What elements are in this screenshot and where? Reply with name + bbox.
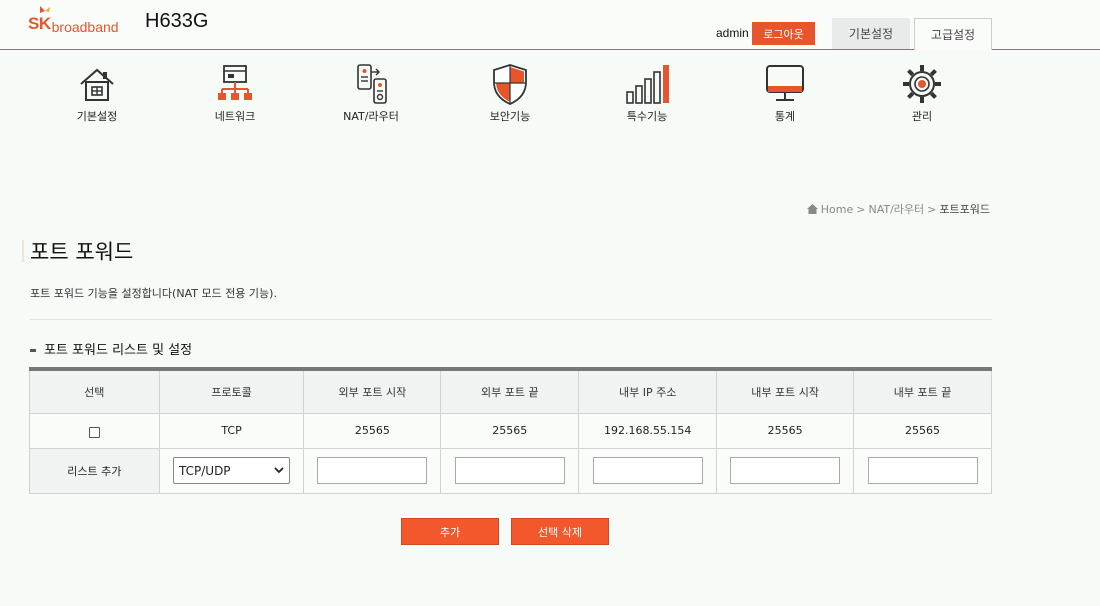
nav-item-special[interactable]: 특수기능 <box>597 62 697 124</box>
select-cell <box>29 412 160 449</box>
butterfly-logo-icon <box>40 6 50 13</box>
section-bullet <box>30 349 36 352</box>
int-start-cell: 25565 <box>716 412 855 449</box>
protocol-select-value: TCP/UDP <box>179 463 231 478</box>
divider <box>30 319 992 320</box>
ext-start-input-cell <box>303 447 442 494</box>
signal-bars-icon <box>626 65 669 104</box>
logout-button[interactable]: 로그아웃 <box>752 22 815 45</box>
int-ip-input-cell <box>578 447 718 494</box>
row-checkbox[interactable] <box>88 426 100 438</box>
nav-label: 기본설정 <box>76 110 118 123</box>
home-icon <box>806 204 818 214</box>
int-ip-cell: 192.168.55.154 <box>578 412 718 449</box>
router-icon <box>357 64 387 104</box>
column-header-int-port-end: 내부 포트 끝 <box>853 368 992 414</box>
column-header-ext-port-start: 외부 포트 시작 <box>303 368 442 414</box>
network-icon <box>218 65 252 100</box>
nav-item-admin[interactable]: 관리 <box>872 62 972 124</box>
user-name: admin <box>716 26 749 40</box>
tab-basic-settings[interactable]: 기본설정 <box>832 18 910 49</box>
shield-icon <box>493 64 527 105</box>
nav-label: 관리 <box>911 110 933 123</box>
port-forward-table: 선택 프로토콜 외부 포트 시작 외부 포트 끝 내부 IP 주소 내부 포트 … <box>29 367 992 494</box>
nav-item-stats[interactable]: 통계 <box>735 62 835 124</box>
column-header-protocol: 프로토콜 <box>158 368 305 414</box>
add-button[interactable]: 추가 <box>401 518 499 545</box>
gear-icon <box>903 65 941 103</box>
breadcrumb-separator: > <box>856 202 866 216</box>
ext-end-cell: 25565 <box>440 412 580 449</box>
int-port-start-input[interactable] <box>730 457 841 484</box>
top-header: SK broadband H633G admin 로그아웃 기본설정 고급설정 <box>0 0 1100 50</box>
section-heading: 포트 포워드 리스트 및 설정 <box>30 339 192 358</box>
model-name: H633G <box>145 10 209 32</box>
page-title: 포트 포워드 <box>30 240 134 264</box>
int-ip-input[interactable] <box>592 457 703 484</box>
nav-item-security[interactable]: 보안기능 <box>460 62 560 124</box>
chevron-down-icon <box>274 467 284 474</box>
protocol-select-cell: TCP/UDP <box>158 447 305 494</box>
column-header-int-ip: 내부 IP 주소 <box>578 368 718 414</box>
column-header-ext-port-end: 외부 포트 끝 <box>440 368 580 414</box>
table-header-row: 선택 프로토콜 외부 포트 시작 외부 포트 끝 내부 IP 주소 내부 포트 … <box>29 368 992 414</box>
logo-broadband-text: broadband <box>51 19 119 35</box>
breadcrumb-level1[interactable]: NAT/라우터 <box>868 201 924 217</box>
int-end-cell: 25565 <box>853 412 992 449</box>
monitor-icon <box>766 65 804 101</box>
ext-port-start-input[interactable] <box>317 457 428 484</box>
page-description: 포트 포워드 기능을 설정합니다(NAT 모드 전용 기능). <box>30 287 277 300</box>
protocol-select[interactable]: TCP/UDP <box>173 457 290 484</box>
add-row: 리스트 추가 TCP/UDP <box>29 447 992 494</box>
nav-label: NAT/라우터 <box>343 110 399 123</box>
section-title: 포트 포워드 리스트 및 설정 <box>44 343 193 358</box>
nav-label: 특수기능 <box>626 110 668 123</box>
nav-item-basic[interactable]: 기본설정 <box>47 62 147 124</box>
int-start-input-cell <box>716 447 855 494</box>
column-header-select: 선택 <box>29 368 160 414</box>
nav-label: 보안기능 <box>489 110 531 123</box>
breadcrumb-home[interactable]: Home <box>821 203 853 216</box>
add-row-label: 리스트 추가 <box>29 447 160 494</box>
breadcrumb-current: 포트포워드 <box>939 203 990 216</box>
ext-port-end-input[interactable] <box>454 457 565 484</box>
delete-selected-button[interactable]: 선택 삭제 <box>511 518 609 545</box>
int-end-input-cell <box>853 447 992 494</box>
tab-advanced-settings[interactable]: 고급설정 <box>914 18 992 50</box>
sk-broadband-logo[interactable]: SK broadband <box>28 6 119 41</box>
nav-item-network[interactable]: 네트워크 <box>185 62 285 124</box>
int-port-end-input[interactable] <box>867 457 978 484</box>
nav-item-nat-router[interactable]: NAT/라우터 <box>321 62 421 124</box>
title-accent-bar <box>22 240 24 262</box>
ext-start-cell: 25565 <box>303 412 442 449</box>
breadcrumb-separator: > <box>927 202 937 216</box>
nav-label: 통계 <box>774 110 796 123</box>
ext-end-input-cell <box>440 447 580 494</box>
table-row: TCP 25565 25565 192.168.55.154 25565 255… <box>29 412 992 449</box>
protocol-cell: TCP <box>158 412 305 449</box>
house-icon <box>80 68 114 101</box>
nav-label: 네트워크 <box>214 110 256 123</box>
column-header-int-port-start: 내부 포트 시작 <box>716 368 855 414</box>
breadcrumb: Home > NAT/라우터 > 포트포워드 <box>806 201 990 217</box>
